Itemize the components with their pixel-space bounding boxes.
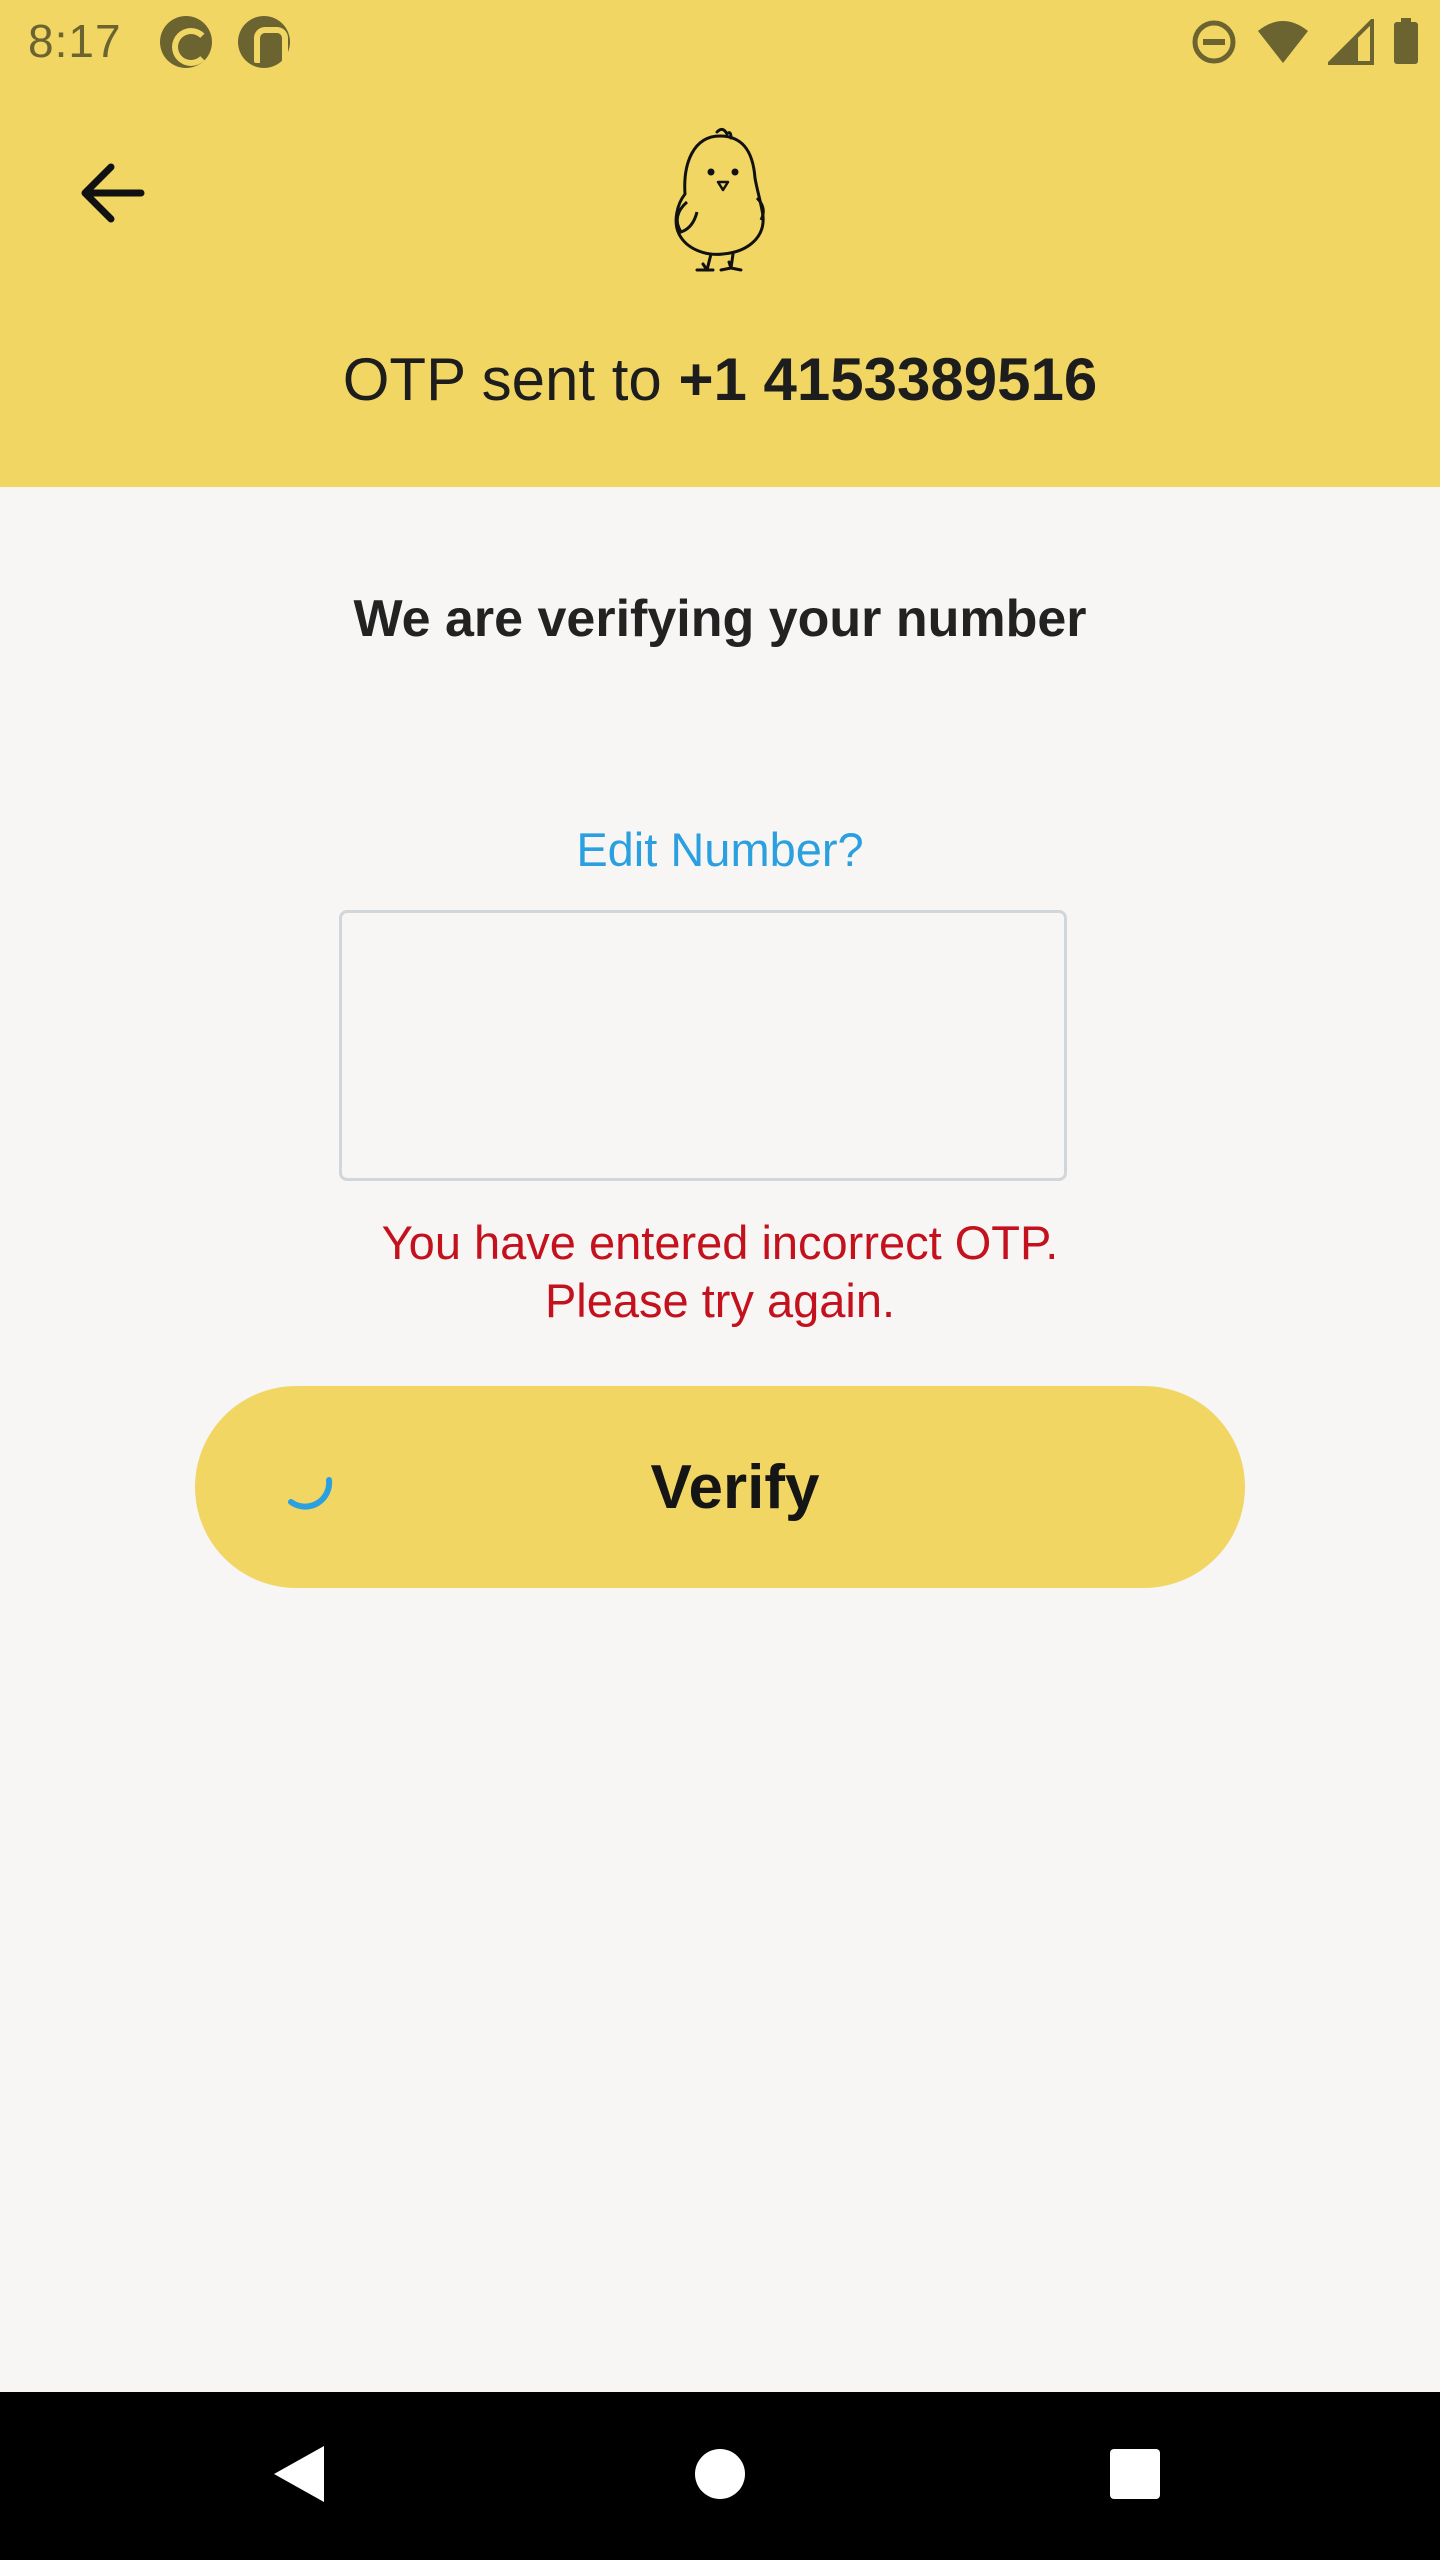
error-message: You have entered incorrect OTP. Please t… bbox=[0, 1214, 1440, 1330]
otp-sent-message: OTP sent to +1 4153389516 bbox=[0, 345, 1440, 414]
app-notification-icon bbox=[238, 16, 290, 68]
cell-signal-icon bbox=[1328, 19, 1374, 65]
nav-recents-button[interactable] bbox=[1085, 2426, 1185, 2526]
app-notification-icon bbox=[160, 16, 212, 68]
header: 8:17 OTP sent to +1 4153389516 bbox=[0, 0, 1440, 487]
verify-button[interactable]: Verify bbox=[195, 1386, 1245, 1588]
do-not-disturb-icon bbox=[1190, 18, 1238, 66]
status-icons bbox=[1190, 14, 1420, 70]
wifi-icon bbox=[1256, 19, 1310, 65]
otp-sent-prefix: OTP sent to bbox=[342, 346, 679, 413]
status-time: 8:17 bbox=[28, 15, 122, 67]
battery-icon bbox=[1392, 18, 1420, 66]
verify-label: Verify bbox=[650, 1452, 820, 1522]
chick-logo bbox=[665, 124, 775, 274]
status-bar: 8:17 bbox=[0, 0, 1440, 84]
nav-recents-icon bbox=[1108, 2447, 1162, 2506]
nav-back-button[interactable] bbox=[250, 2426, 350, 2526]
otp-verification-screen: 8:17 OTP sent to +1 4153389516 We are ve… bbox=[0, 0, 1440, 2560]
arrow-left-icon bbox=[77, 161, 147, 230]
edit-number-row: Edit Number? bbox=[0, 822, 1440, 877]
otp-input[interactable] bbox=[339, 910, 1067, 1181]
nav-back-icon bbox=[270, 2442, 330, 2511]
edit-number-link[interactable]: Edit Number? bbox=[576, 823, 863, 876]
nav-home-icon bbox=[693, 2447, 747, 2506]
phone-number: +1 4153389516 bbox=[678, 346, 1098, 413]
page-title: We are verifying your number bbox=[353, 590, 1087, 648]
navigation-bar bbox=[0, 2392, 1440, 2560]
error-line-2: Please try again. bbox=[544, 1274, 896, 1327]
nav-home-button[interactable] bbox=[670, 2426, 770, 2526]
back-button[interactable] bbox=[62, 145, 162, 245]
error-line-1: You have entered incorrect OTP. bbox=[381, 1216, 1059, 1269]
